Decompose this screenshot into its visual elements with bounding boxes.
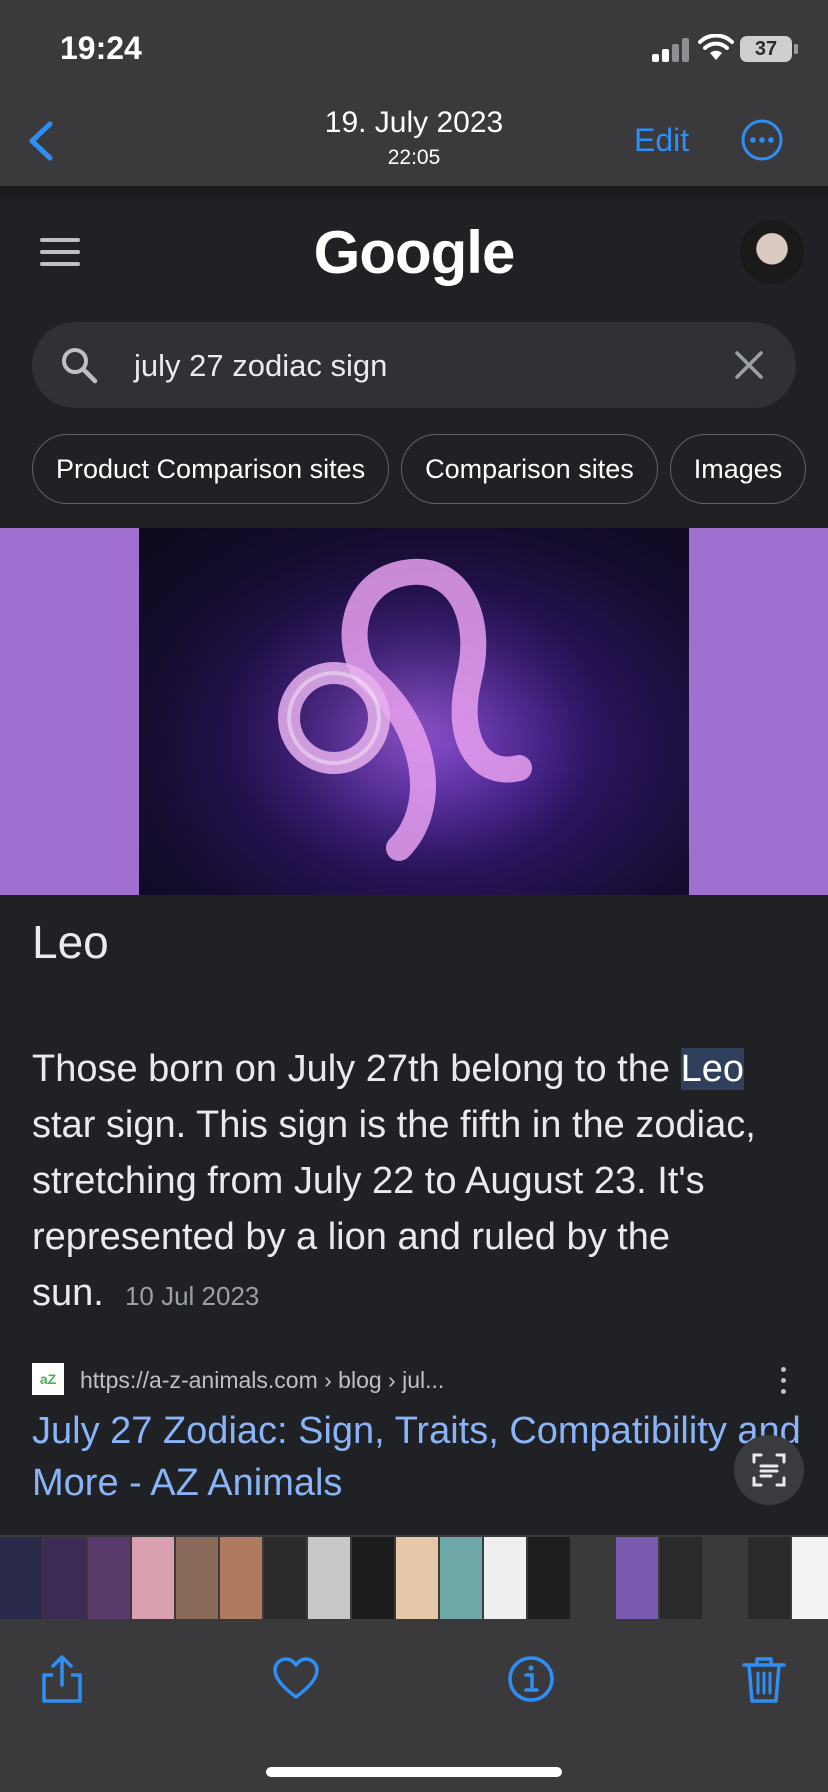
share-icon[interactable] (36, 1653, 88, 1705)
photo-nav-bar: 19. July 2023 22:05 Edit (0, 100, 828, 186)
search-bar[interactable]: july 27 zodiac sign (32, 322, 796, 408)
battery-icon: 37 (740, 36, 798, 62)
divider (0, 186, 828, 198)
photo-thumbnail[interactable] (264, 1537, 306, 1619)
photos-top-bar: 19:24 37 19. July 2023 22:05 Edit (0, 0, 828, 186)
description-text: Those born on July 27th belong to the (32, 1048, 681, 1090)
photo-thumbnail[interactable] (0, 1537, 42, 1619)
photo-thumbnail[interactable] (484, 1537, 526, 1619)
clear-icon[interactable] (732, 348, 766, 382)
photo-thumbnail[interactable] (176, 1537, 218, 1619)
leo-symbol-image (139, 528, 689, 895)
result-date: 10 Jul 2023 (124, 1281, 260, 1311)
search-icon (62, 348, 98, 384)
google-header: Google july 27 zodiac sign Product Compa… (0, 198, 828, 528)
heart-icon[interactable] (270, 1653, 322, 1705)
chip-comparison-sites[interactable]: Comparison sites (401, 434, 658, 504)
site-favicon: aZ (32, 1363, 64, 1395)
result-image[interactable] (0, 528, 828, 895)
photo-thumbnail[interactable] (660, 1537, 702, 1619)
home-indicator (266, 1767, 562, 1777)
result-title: Leo (32, 916, 109, 968)
status-bar: 19:24 37 (0, 0, 828, 100)
leo-glyph (224, 558, 604, 878)
result-description: Those born on July 27th belong to the Le… (32, 1041, 802, 1324)
trash-icon[interactable] (738, 1653, 790, 1705)
photo-thumbnail[interactable] (748, 1537, 790, 1619)
photo-thumbnail[interactable] (704, 1537, 746, 1619)
google-logo: Google (313, 219, 516, 286)
chip-images[interactable]: Images (669, 434, 807, 504)
photo-thumbnail[interactable] (132, 1537, 174, 1619)
edit-button[interactable]: Edit (634, 122, 689, 159)
more-icon[interactable] (740, 118, 784, 162)
photo-thumbnail[interactable] (44, 1537, 86, 1619)
search-input[interactable]: july 27 zodiac sign (134, 348, 387, 384)
result-link[interactable]: July 27 Zodiac: Sign, Traits, Compatibil… (32, 1405, 802, 1509)
photo-thumbnail[interactable] (616, 1537, 658, 1619)
photos-bottom-bar (0, 1535, 828, 1792)
result-url[interactable]: https://a-z-animals.com › blog › jul... (80, 1367, 444, 1394)
result-card: Leo Those born on July 27th belong to th… (0, 895, 828, 1535)
photo-thumbnail[interactable] (88, 1537, 130, 1619)
photo-thumbnail[interactable] (352, 1537, 394, 1619)
photo-thumbnail[interactable] (572, 1537, 614, 1619)
cellular-signal-icon (652, 38, 692, 62)
avatar[interactable] (740, 220, 804, 284)
photo-thumbnail[interactable] (308, 1537, 350, 1619)
photo-thumbnail[interactable] (220, 1537, 262, 1619)
chip-product-comparison[interactable]: Product Comparison sites (32, 434, 390, 504)
status-time: 19:24 (60, 30, 142, 66)
photo-date: 19. July 2023 (324, 106, 504, 139)
wifi-icon (698, 34, 734, 60)
info-icon[interactable] (505, 1653, 557, 1705)
lens-icon[interactable] (734, 1435, 804, 1505)
filter-chips: Product Comparison sites Comparison sites… (32, 434, 828, 504)
photo-thumbnail[interactable] (792, 1537, 828, 1619)
thumbnail-strip[interactable] (0, 1537, 828, 1621)
photo-thumbnail[interactable] (440, 1537, 482, 1619)
photo-thumbnail[interactable] (396, 1537, 438, 1619)
kebab-menu-icon[interactable] (778, 1367, 788, 1397)
photo-time: 22:05 (387, 146, 441, 169)
photo-thumbnail[interactable] (528, 1537, 570, 1619)
highlighted-term: Leo (680, 1048, 744, 1090)
